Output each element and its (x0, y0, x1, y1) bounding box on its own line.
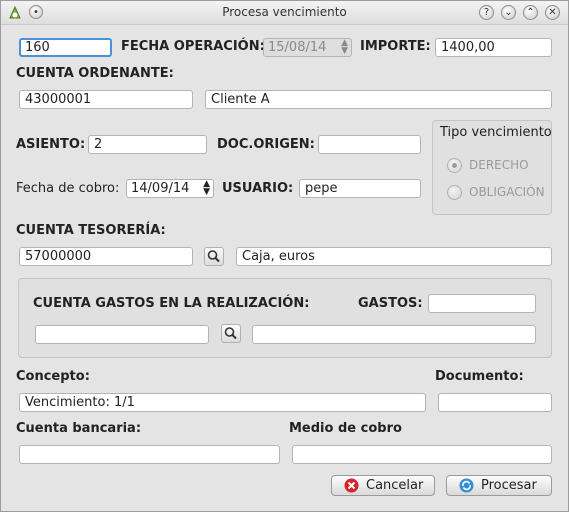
maximize-icon[interactable]: ⌃ (523, 5, 538, 20)
asiento-label: ASIENTO: (16, 137, 86, 152)
numero-field[interactable]: 160 (19, 38, 112, 57)
tipo-vencimiento-group: Tipo vencimiento DERECHO OBLIGACIÓN (432, 120, 552, 215)
spin-arrows-icon: ▲ ▼ (341, 38, 348, 56)
radio-obligacion-label: OBLIGACIÓN (469, 185, 545, 199)
doc-origen-field[interactable] (318, 135, 421, 154)
fecha-operacion-label: FECHA OPERACIÓN: (121, 39, 265, 54)
concepto-label: Concepto: (16, 369, 90, 384)
asiento-field[interactable]: 2 (88, 135, 207, 154)
search-gastos-button[interactable] (221, 324, 241, 343)
importe-field[interactable]: 1400,00 (435, 38, 552, 57)
process-button-label: Procesar (481, 478, 537, 493)
usuario-field[interactable]: pepe (299, 179, 421, 198)
cuenta-bancaria-label: Cuenta bancaria: (16, 421, 142, 436)
cuenta-gastos-field[interactable] (35, 325, 209, 344)
dialog-window: • Procesa vencimiento ? ⌄ ⌃ ✕ 160 FECHA … (0, 0, 569, 512)
cuenta-gastos-nombre-field[interactable] (252, 325, 536, 344)
search-icon (224, 327, 237, 340)
cancel-button-label: Cancelar (366, 478, 424, 493)
cuenta-tesoreria-nombre-field[interactable]: Caja, euros (236, 247, 552, 266)
gastos-field[interactable] (428, 294, 536, 313)
search-icon (207, 250, 220, 263)
gastos-label: GASTOS: (358, 296, 423, 311)
radio-derecho[interactable] (447, 158, 462, 173)
cuenta-ordenante-label: CUENTA ORDENANTE: (16, 66, 174, 81)
gastos-group: CUENTA GASTOS EN LA REALIZACIÓN: GASTOS: (18, 278, 552, 358)
cuenta-bancaria-field[interactable] (19, 445, 280, 464)
fecha-cobro-field[interactable]: 14/09/14 ▲ ▼ (126, 179, 214, 198)
spin-arrows-icon[interactable]: ▲ ▼ (203, 180, 210, 197)
help-icon[interactable]: ? (479, 5, 494, 20)
importe-label: IMPORTE: (360, 39, 431, 54)
process-icon (459, 478, 474, 493)
fecha-cobro-label: Fecha de cobro: (16, 181, 120, 196)
usuario-label: USUARIO: (222, 181, 294, 196)
radio-derecho-label: DERECHO (469, 158, 529, 172)
search-tesoreria-button[interactable] (204, 247, 224, 266)
radio-obligacion[interactable] (447, 185, 462, 200)
fecha-operacion-value: 15/08/14 (268, 40, 327, 55)
documento-field[interactable] (438, 393, 552, 412)
cuenta-gastos-label: CUENTA GASTOS EN LA REALIZACIÓN: (33, 296, 310, 311)
fecha-operacion-field: 15/08/14 ▲ ▼ (263, 38, 352, 57)
doc-origen-label: DOC.ORIGEN: (217, 137, 315, 152)
cuenta-tesoreria-label: CUENTA TESORERÍA: (16, 223, 166, 238)
cuenta-ordenante-field[interactable]: 43000001 (19, 90, 193, 109)
cancel-button[interactable]: Cancelar (331, 475, 435, 496)
medio-cobro-field[interactable] (292, 445, 552, 464)
title-bar[interactable]: • Procesa vencimiento ? ⌄ ⌃ ✕ (1, 1, 568, 25)
cuenta-tesoreria-field[interactable]: 57000000 (19, 247, 193, 266)
medio-cobro-label: Medio de cobro (289, 421, 402, 436)
tipo-vencimiento-title: Tipo vencimiento (440, 125, 552, 140)
concepto-field[interactable]: Vencimiento: 1/1 (19, 393, 426, 412)
cuenta-ordenante-nombre-field[interactable]: Cliente A (205, 90, 552, 109)
documento-label: Documento: (435, 369, 524, 384)
minimize-icon[interactable]: ⌄ (501, 5, 516, 20)
fecha-cobro-value: 14/09/14 (131, 181, 190, 196)
close-icon[interactable]: ✕ (545, 5, 560, 20)
cancel-icon (344, 478, 359, 493)
process-button[interactable]: Procesar (446, 475, 552, 496)
